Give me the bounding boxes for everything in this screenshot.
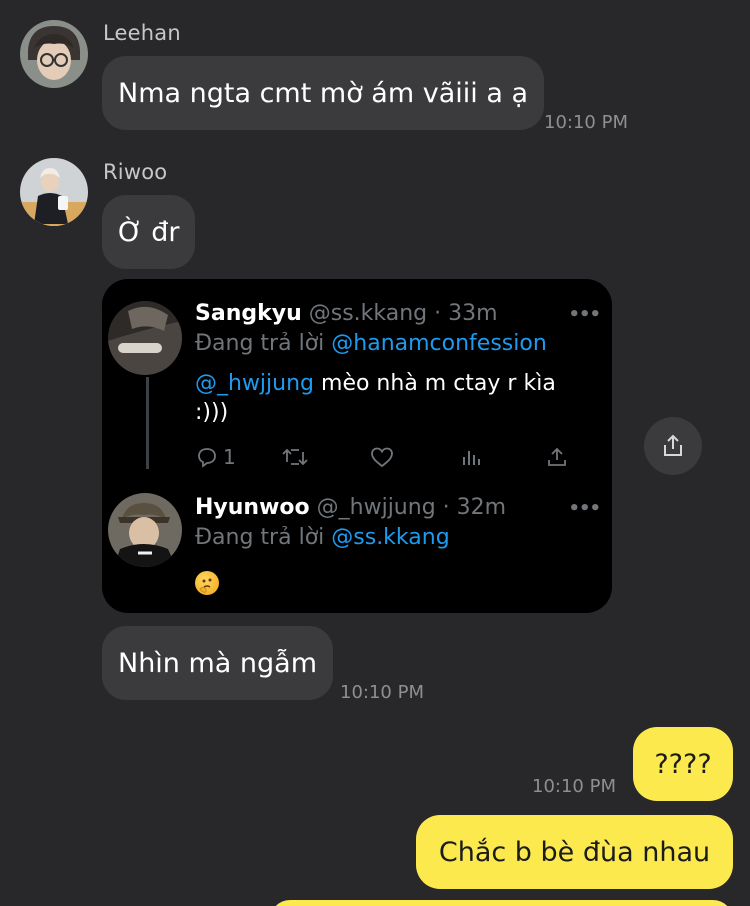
replying-to: Đang trả lời @hanamconfession: [195, 331, 547, 356]
message-text: ????: [654, 748, 712, 780]
like-action[interactable]: [369, 445, 395, 469]
message-text: Nma ngta cmt mờ ám vãiii a ạ: [118, 77, 529, 109]
tweet-header: Sangkyu @ss.kkang · 33m: [195, 301, 498, 326]
message-time: 10:10 PM: [340, 682, 424, 703]
tweet-avatar-sangkyu[interactable]: [108, 301, 182, 375]
share-icon: [548, 447, 566, 466]
tweet-text: @_hwjjung mèo nhà m ctay r kìa :))): [195, 369, 575, 427]
share-action[interactable]: [545, 445, 569, 469]
message-bubble-outgoing[interactable]: Chắc b bè đùa nhau: [416, 815, 733, 889]
message-time: 10:10 PM: [544, 112, 628, 133]
message-bubble-outgoing[interactable]: ????: [633, 727, 733, 801]
more-options-icon[interactable]: •••: [568, 304, 601, 325]
shared-tweet-card[interactable]: Sangkyu @ss.kkang · 33m ••• Đang trả lời…: [102, 279, 612, 613]
share-icon: [664, 434, 682, 456]
more-options-icon[interactable]: •••: [568, 498, 601, 519]
tweet-header: Hyunwoo @_hwjjung · 32m: [195, 495, 506, 520]
avatar-riwoo[interactable]: [20, 158, 88, 226]
tweet-author-name[interactable]: Hyunwoo: [195, 495, 310, 520]
chat-thread: Leehan Nma ngta cmt mờ ám vãiii a ạ 10:1…: [0, 0, 750, 906]
message-time: 10:10 PM: [532, 776, 616, 797]
thread-connector: [146, 377, 149, 469]
thinking-emoji-icon: [195, 571, 219, 595]
replying-to-link[interactable]: @hanamconfession: [331, 331, 547, 356]
sender-name: Leehan: [103, 21, 181, 45]
message-bubble[interactable]: Ờ đr: [102, 195, 196, 269]
replying-to-label: Đang trả lời: [195, 525, 332, 550]
bar-chart-icon: [463, 451, 480, 465]
retweet-icon: [282, 448, 308, 466]
message-text: Chắc b bè đùa nhau: [438, 836, 711, 868]
message-text: Nhìn mà ngẫm: [118, 647, 318, 679]
message-bubble[interactable]: Nhìn mà ngẫm: [102, 626, 334, 700]
tweet-author-name[interactable]: Sangkyu: [195, 301, 302, 326]
replying-to-label: Đang trả lời: [195, 331, 332, 356]
avatar-leehan[interactable]: [20, 20, 88, 88]
tweet-avatar-hyunwoo[interactable]: [108, 493, 182, 567]
reply-action[interactable]: 1: [195, 445, 236, 469]
mention-link[interactable]: @_hwjjung: [195, 371, 314, 396]
reply-count: 1: [223, 445, 236, 469]
replying-to: Đang trả lời @ss.kkang: [195, 525, 450, 550]
tweet-handle-time: @ss.kkang · 33m: [308, 301, 498, 326]
message-bubble-outgoing-partial[interactable]: [270, 900, 733, 906]
sender-name: Riwoo: [103, 160, 168, 184]
message-text: Ờ đr: [118, 216, 180, 248]
replying-to-link[interactable]: @ss.kkang: [331, 525, 449, 550]
retweet-action[interactable]: [281, 445, 309, 469]
comment-icon: [198, 448, 216, 468]
views-action[interactable]: [459, 445, 483, 469]
forward-button[interactable]: [644, 417, 702, 475]
tweet-handle-time: @_hwjjung · 32m: [316, 495, 507, 520]
heart-icon: [371, 447, 393, 468]
message-bubble[interactable]: Nma ngta cmt mờ ám vãiii a ạ: [102, 56, 545, 130]
